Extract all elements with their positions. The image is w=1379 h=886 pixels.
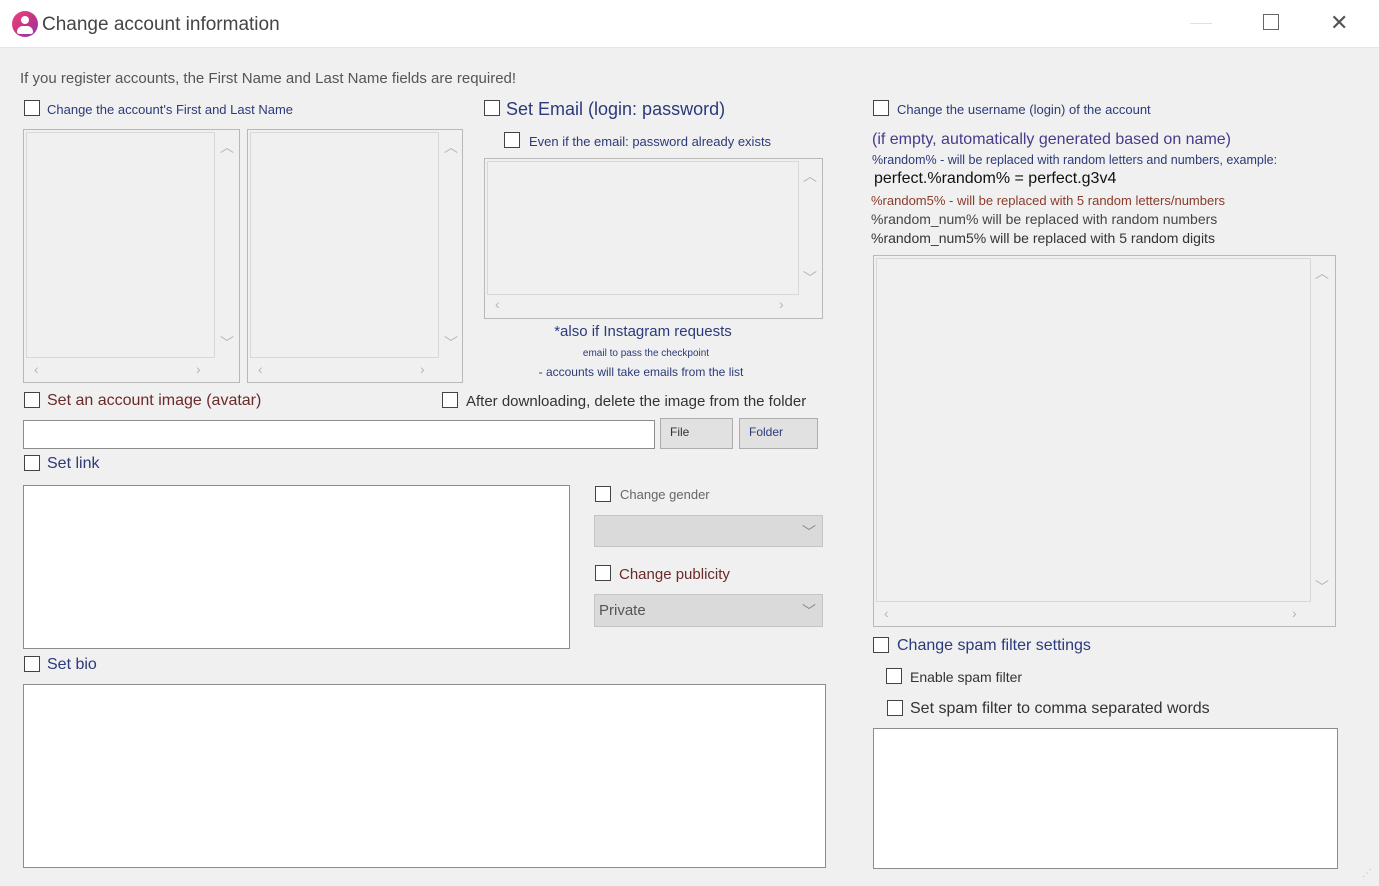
last-name-list[interactable]: ︿ ﹀ ‹ › [247,129,463,383]
publicity-label: Change publicity [619,566,730,583]
publicity-select[interactable]: Private ﹀ [594,594,823,627]
username-hint-random-num5: %random_num5% will be replaced with 5 ra… [871,230,1215,246]
username-checkbox[interactable] [873,100,889,116]
minimize-button[interactable] [1190,23,1212,24]
chevron-down-icon: ﹀ [802,603,816,619]
email-label: Set Email (login: password) [506,99,726,119]
scroll-down-icon[interactable]: ﹀ [444,336,458,350]
link-textarea[interactable] [23,485,570,649]
gender-select[interactable]: ﹀ [594,515,823,547]
scroll-left-icon[interactable]: ‹ [34,362,39,376]
window-title: Change account information [42,14,280,35]
scroll-right-icon[interactable]: › [1292,606,1297,620]
file-button[interactable]: File [660,418,733,449]
avatar-path-input[interactable] [23,420,655,449]
title-bar: Change account information ✕ [0,0,1379,48]
email-list[interactable]: ︿ ﹀ ‹ › [484,158,823,319]
username-label: Change the username (login) of the accou… [897,102,1151,117]
scroll-up-icon[interactable]: ︿ [803,169,817,183]
scroll-up-icon[interactable]: ︿ [1315,266,1329,280]
close-icon[interactable]: ✕ [1330,10,1348,36]
delete-after-label: After downloading, delete the image from… [466,393,807,410]
scroll-up-icon[interactable]: ︿ [444,140,458,154]
email-note-1: *also if Instagram requests [554,323,732,340]
bio-textarea[interactable] [23,684,826,868]
email-note-2: email to pass the checkpoint [582,348,710,359]
email-checkbox[interactable] [484,100,500,116]
scroll-down-icon[interactable]: ﹀ [1315,580,1329,594]
username-hint-random-num: %random_num% will be replaced with rando… [871,211,1218,227]
scroll-right-icon[interactable]: › [420,362,425,376]
delete-after-checkbox[interactable] [442,392,458,408]
email-exists-label: Even if the email: password already exis… [529,134,772,149]
spam-label: Change spam filter settings [897,637,1091,654]
link-checkbox[interactable] [24,455,40,471]
username-hint-random5: %random5% - will be replaced with 5 rand… [871,193,1226,208]
chevron-down-icon: ﹀ [802,524,816,540]
folder-button[interactable]: Folder [739,418,818,449]
bio-checkbox[interactable] [24,656,40,672]
scroll-left-icon[interactable]: ‹ [884,606,889,620]
first-name-list[interactable]: ︿ ﹀ ‹ › [23,129,240,383]
avatar-label: Set an account image (avatar) [47,392,262,409]
username-hint-example: perfect.%random% = perfect.g3v4 [874,170,1117,187]
link-label: Set link [47,455,100,472]
scroll-down-icon[interactable]: ﹀ [220,336,234,350]
spam-checkbox[interactable] [873,637,889,653]
gender-label: Change gender [620,487,710,502]
email-note-3: - accounts will take emails from the lis… [538,365,744,379]
avatar-checkbox[interactable] [24,392,40,408]
bio-label: Set bio [47,656,97,673]
required-notice: If you register accounts, the First Name… [20,70,517,87]
username-hint-empty: (if empty, automatically generated based… [872,131,1232,148]
maximize-icon[interactable] [1263,14,1279,30]
scroll-left-icon[interactable]: ‹ [495,297,500,311]
publicity-select-value: Private [599,602,646,619]
spam-enable-checkbox[interactable] [886,668,902,684]
scroll-down-icon[interactable]: ﹀ [803,271,817,285]
username-list[interactable]: ︿ ﹀ ‹ › [873,255,1336,627]
username-hint-random: %random% - will be replaced with random … [872,153,1278,167]
resize-grip-icon[interactable]: ⋰ [1362,868,1372,879]
email-exists-checkbox[interactable] [504,132,520,148]
user-profile-icon [12,11,38,37]
spam-words-checkbox[interactable] [887,700,903,716]
gender-checkbox[interactable] [595,486,611,502]
publicity-checkbox[interactable] [595,565,611,581]
names-label: Change the account's First and Last Name [47,102,294,117]
scroll-up-icon[interactable]: ︿ [220,140,234,154]
scroll-left-icon[interactable]: ‹ [258,362,263,376]
names-checkbox[interactable] [24,100,40,116]
scroll-right-icon[interactable]: › [196,362,201,376]
spam-words-textarea[interactable] [873,728,1338,869]
spam-enable-label: Enable spam filter [910,669,1023,685]
scroll-right-icon[interactable]: › [779,297,784,311]
spam-words-label: Set spam filter to comma separated words [910,700,1210,717]
